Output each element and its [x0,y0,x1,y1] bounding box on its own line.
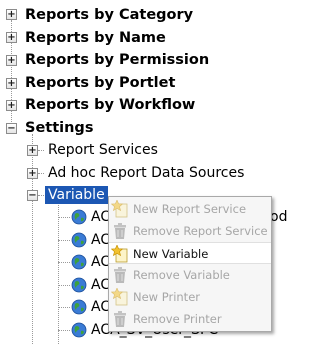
report-tree-panel: + Reports by Category + Reports by Name … [0,0,293,344]
tree-node-reports-by-name[interactable]: Reports by Name [25,29,166,47]
menu-item-label: New Report Service [133,202,247,216]
globe-icon [71,277,87,293]
expand-toggle-ad-hoc-data-sources[interactable]: + [27,168,38,179]
tree-connector [58,330,70,331]
tree-connector [58,240,70,241]
menu-item-new-printer[interactable]: New Printer [109,286,271,308]
globe-icon [71,299,87,315]
tree-connector [58,285,70,286]
context-menu: New Report Service Remove Report Service… [108,196,272,332]
tree-connector [58,217,70,218]
menu-item-new-variable[interactable]: New Variable [109,242,271,264]
globe-icon [71,232,87,248]
menu-item-label: New Variable [133,247,209,261]
tree-connector [58,307,70,308]
tree-connector [32,134,33,344]
new-star-icon [111,288,128,306]
tree-node-ad-hoc-report-data-sources[interactable]: Ad hoc Report Data Sources [48,164,244,182]
variable-item-overflow: od [270,209,288,225]
tree-connector [38,173,44,174]
tree-connector [38,150,44,151]
expand-toggle-reports-by-workflow[interactable]: + [6,100,17,111]
new-star-icon [111,200,128,218]
expand-toggle-reports-by-portlet[interactable]: + [6,78,17,89]
expand-toggle-reports-by-permission[interactable]: + [6,55,17,66]
expand-toggle-report-services[interactable]: + [27,145,38,156]
menu-item-label: Remove Printer [133,312,222,326]
trash-icon [114,311,126,327]
globe-icon [71,322,87,338]
tree-connector [58,262,70,263]
tree-connector [58,202,59,344]
tree-node-reports-by-permission[interactable]: Reports by Permission [25,51,209,69]
trash-icon [114,223,126,239]
expand-toggle-reports-by-name[interactable]: + [6,32,17,43]
tree-node-variable[interactable]: Variable [45,186,108,204]
tree-node-reports-by-portlet[interactable]: Reports by Portlet [25,74,175,92]
menu-item-remove-printer[interactable]: Remove Printer [109,308,271,330]
tree-node-reports-by-category[interactable]: Reports by Category [25,6,193,24]
trash-icon [114,267,126,283]
menu-item-remove-variable[interactable]: Remove Variable [109,264,271,286]
tree-node-report-services[interactable]: Report Services [48,141,158,159]
menu-item-new-report-service[interactable]: New Report Service [109,198,271,220]
globe-icon [71,254,87,270]
menu-item-label: Remove Variable [133,268,230,282]
menu-item-label: New Printer [133,290,200,304]
expand-toggle-reports-by-category[interactable]: + [6,9,17,20]
new-star-icon [111,245,128,263]
globe-icon [71,209,87,225]
collapse-toggle-settings[interactable]: − [6,123,17,134]
tree-node-reports-by-workflow[interactable]: Reports by Workflow [25,96,195,114]
tree-connector [38,195,44,196]
tree-node-settings[interactable]: Settings [25,119,93,137]
menu-item-remove-report-service[interactable]: Remove Report Service [109,220,271,242]
collapse-toggle-variable[interactable]: − [27,190,38,201]
menu-item-label: Remove Report Service [133,224,268,238]
